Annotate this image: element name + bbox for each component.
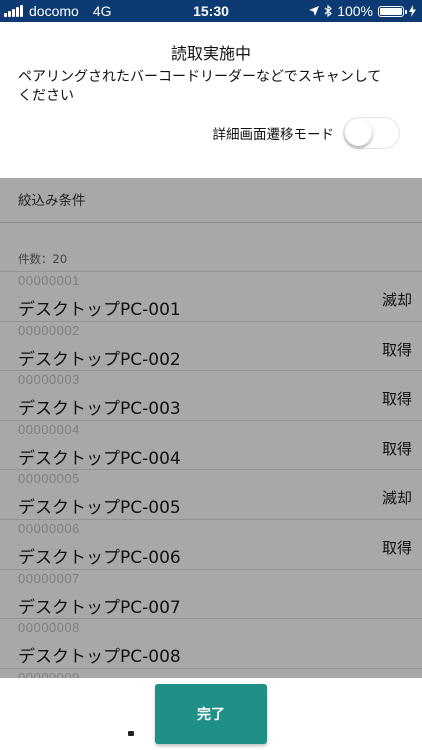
- charging-bolt-icon: [409, 5, 416, 17]
- item-status: 取得: [381, 538, 412, 557]
- bluetooth-icon: [324, 5, 333, 17]
- list-item[interactable]: 00000001 デスクトップPC-001 滅却: [0, 271, 422, 321]
- item-name: デスクトップPC-008: [18, 647, 181, 668]
- list-item[interactable]: 00000003 デスクトップPC-003 取得: [0, 370, 422, 420]
- done-button[interactable]: 完了: [155, 684, 267, 744]
- list-item[interactable]: 00000005 デスクトップPC-005 滅却: [0, 469, 422, 519]
- instruction-message: ペアリングされたバーコードリーダーなどでスキャンしてください: [18, 69, 382, 104]
- item-name: デスクトップPC-005: [18, 498, 181, 519]
- item-code: 00000005: [18, 471, 80, 487]
- item-name: デスクトップPC-002: [18, 349, 181, 370]
- item-code: 00000001: [18, 273, 80, 288]
- list-item[interactable]: 00000002 デスクトップPC-002 取得: [0, 320, 422, 371]
- item-code: 00000003: [18, 372, 80, 388]
- item-code: 00000007: [18, 570, 80, 586]
- list-item[interactable]: 00000008 デスクトップPC-008: [0, 618, 422, 668]
- item-status: 取得: [381, 390, 412, 409]
- item-name: デスクトップPC-006: [18, 547, 181, 568]
- dimmed-overlay: 絞込み条件 件数：20 00000001 デスクトップPC-001 滅却 000…: [0, 178, 422, 678]
- item-status: 取得: [381, 439, 412, 458]
- list-item[interactable]: 00000009: [0, 667, 422, 678]
- filter-label: 絞込み条件: [18, 193, 86, 209]
- location-arrow-icon: [309, 6, 320, 16]
- item-code: 00000008: [18, 620, 80, 636]
- item-count: 件数：20: [18, 252, 68, 266]
- item-name: デスクトップPC-003: [18, 399, 181, 420]
- list-item[interactable]: 00000007 デスクトップPC-007: [0, 568, 422, 619]
- toggle-knob: [345, 119, 372, 146]
- item-code: 00000009: [18, 669, 80, 678]
- item-code: 00000004: [18, 421, 80, 437]
- item-name: デスクトップPC-007: [18, 597, 181, 618]
- battery-icon: [378, 5, 407, 17]
- item-code: 00000002: [18, 322, 80, 338]
- footer: 完了: [0, 678, 422, 750]
- item-name: デスクトップPC-004: [18, 448, 181, 469]
- status-bar: docomo 4G 15:30 100%: [0, 0, 422, 22]
- filter-section[interactable]: 絞込み条件: [0, 178, 422, 223]
- battery-percent: 100%: [337, 3, 373, 19]
- status-right: 100%: [309, 3, 416, 19]
- item-code: 00000006: [18, 520, 80, 536]
- detail-mode-label: 詳細画面遷移モード: [212, 127, 335, 143]
- detail-mode-toggle[interactable]: [343, 117, 400, 149]
- list-item[interactable]: 00000004 デスクトップPC-004 取得: [0, 419, 422, 470]
- item-status: 滅却: [381, 489, 412, 508]
- item-name: デスクトップPC-001: [18, 300, 181, 320]
- scan-indicator-dot: [128, 731, 134, 736]
- page-title: 読取実施中: [170, 44, 251, 63]
- item-list: 00000001 デスクトップPC-001 滅却 00000002 デスクトップ…: [0, 271, 422, 678]
- list-item[interactable]: 00000006 デスクトップPC-006 取得: [0, 518, 422, 569]
- item-status: 取得: [381, 340, 412, 359]
- item-status: 滅却: [381, 291, 412, 309]
